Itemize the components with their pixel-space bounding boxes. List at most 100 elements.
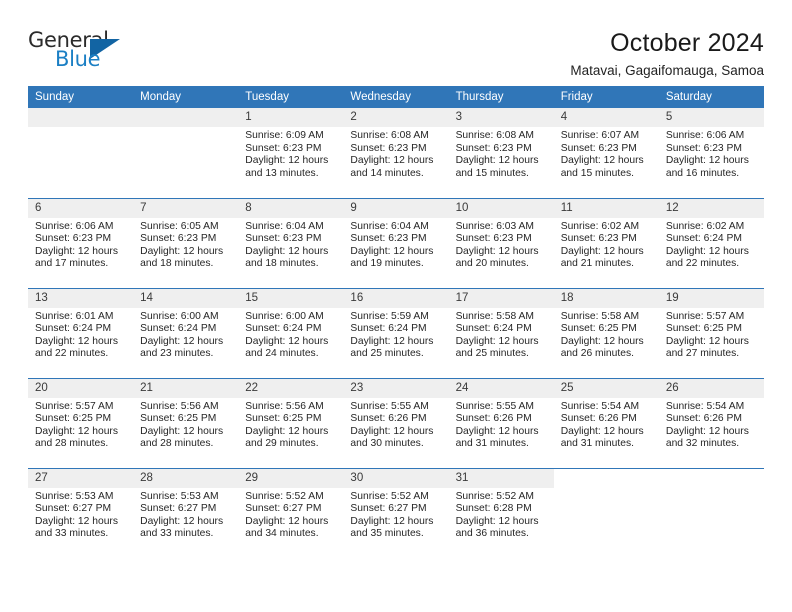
day-cell[interactable]: 29 Sunrise: 5:52 AM Sunset: 6:27 PM Dayligh…	[238, 467, 344, 558]
day-number: 29	[238, 468, 344, 488]
day-daylight-2-text: and 15 minutes.	[455, 167, 529, 179]
calendar-week-row: 20 Sunrise: 5:57 AM Sunset: 6:25 PM Dayligh…	[28, 377, 764, 468]
day-cell[interactable]: 3 Sunrise: 6:08 AM Sunset: 6:23 PM Daylight…	[448, 108, 554, 198]
day-cell[interactable]: 26 Sunrise: 5:54 AM Sunset: 6:26 PM Dayligh…	[658, 377, 764, 468]
day-cell[interactable]: 18 Sunrise: 5:58 AM Sunset: 6:25 PM Dayligh…	[553, 287, 659, 378]
day-cell[interactable]: 8 Sunrise: 6:04 AM Sunset: 6:23 PM Daylight…	[238, 197, 344, 288]
day-daylight-1-text: Daylight: 12 hours	[560, 335, 644, 347]
day-sunrise-text: Sunrise: 6:02 AM	[560, 220, 640, 232]
day-cell[interactable]: 9 Sunrise: 6:04 AM Sunset: 6:23 PM Daylight…	[343, 197, 449, 288]
day-sunset-text: Sunset: 6:25 PM	[245, 413, 322, 425]
day-number: 22	[238, 378, 344, 398]
day-sunrise-text: Sunrise: 5:52 AM	[455, 490, 534, 502]
day-sun-info: Sunrise: 5:59 AM Sunset: 6:24 PM Daylight:…	[343, 308, 448, 361]
day-sunrise-text: Sunrise: 5:56 AM	[140, 400, 219, 412]
day-cell[interactable]: 1 Sunrise: 6:09 AM Sunset: 6:23 PM Daylight…	[238, 108, 344, 198]
day-daylight-1-text: Daylight: 12 hours	[455, 245, 539, 257]
weekday-header-thursday: Thursday	[448, 86, 554, 108]
day-daylight-1-text: Daylight: 12 hours	[350, 515, 434, 527]
day-cell[interactable]: 21 Sunrise: 5:56 AM Sunset: 6:25 PM Dayligh…	[133, 377, 239, 468]
day-sunset-text: Sunset: 6:23 PM	[140, 233, 217, 245]
day-sunset-text: Sunset: 6:25 PM	[140, 413, 217, 425]
day-cell[interactable]: 23 Sunrise: 5:55 AM Sunset: 6:26 PM Dayligh…	[343, 377, 449, 468]
day-cell[interactable]: 31 Sunrise: 5:52 AM Sunset: 6:28 PM Dayligh…	[448, 467, 554, 558]
day-cell[interactable]: 16 Sunrise: 5:59 AM Sunset: 6:24 PM Dayligh…	[343, 287, 449, 378]
day-sunset-text: Sunset: 6:23 PM	[245, 233, 322, 245]
day-daylight-2-text: and 22 minutes.	[35, 348, 109, 360]
day-daylight-1-text: Daylight: 12 hours	[350, 425, 434, 437]
day-daylight-2-text: and 15 minutes.	[560, 167, 634, 179]
day-sunset-text: Sunset: 6:23 PM	[350, 233, 427, 245]
calendar-week-row: 13 Sunrise: 6:01 AM Sunset: 6:24 PM Dayligh…	[28, 287, 764, 378]
day-cell[interactable]: 24 Sunrise: 5:55 AM Sunset: 6:26 PM Dayligh…	[448, 377, 554, 468]
day-sun-info: Sunrise: 6:05 AM Sunset: 6:23 PM Daylight:…	[133, 218, 238, 271]
day-sunset-text: Sunset: 6:24 PM	[665, 233, 742, 245]
day-daylight-2-text: and 28 minutes.	[140, 438, 214, 450]
day-sunrise-text: Sunrise: 5:59 AM	[350, 310, 429, 322]
day-sun-info: Sunrise: 6:02 AM Sunset: 6:23 PM Daylight:…	[554, 218, 659, 271]
day-number: 17	[448, 288, 554, 308]
day-cell[interactable]: 7 Sunrise: 6:05 AM Sunset: 6:23 PM Daylight…	[133, 197, 239, 288]
day-daylight-2-text: and 31 minutes.	[560, 438, 634, 450]
day-cell[interactable]: 17 Sunrise: 5:58 AM Sunset: 6:24 PM Dayligh…	[448, 287, 554, 378]
day-sunset-text: Sunset: 6:23 PM	[665, 142, 742, 154]
day-sun-info: Sunrise: 6:09 AM Sunset: 6:23 PM Daylight:…	[238, 127, 343, 180]
day-sun-info: Sunrise: 5:55 AM Sunset: 6:26 PM Daylight:…	[449, 398, 554, 451]
day-sun-info	[659, 488, 764, 491]
day-number: 7	[133, 198, 239, 218]
day-sunset-text: Sunset: 6:27 PM	[350, 503, 427, 515]
day-sun-info: Sunrise: 5:58 AM Sunset: 6:25 PM Daylight:…	[554, 308, 659, 361]
day-cell[interactable]: 2 Sunrise: 6:08 AM Sunset: 6:23 PM Daylight…	[343, 108, 449, 198]
day-daylight-1-text: Daylight: 12 hours	[140, 515, 224, 527]
day-sun-info: Sunrise: 5:57 AM Sunset: 6:25 PM Daylight:…	[28, 398, 133, 451]
day-number: 21	[133, 378, 239, 398]
day-cell[interactable]: 30 Sunrise: 5:52 AM Sunset: 6:27 PM Dayligh…	[343, 467, 449, 558]
day-sunrise-text: Sunrise: 6:04 AM	[350, 220, 429, 232]
day-daylight-1-text: Daylight: 12 hours	[560, 425, 644, 437]
day-number: 25	[553, 378, 659, 398]
day-sunrise-text: Sunrise: 6:06 AM	[35, 220, 114, 232]
day-cell[interactable]: 12 Sunrise: 6:02 AM Sunset: 6:24 PM Dayligh…	[658, 197, 764, 288]
day-daylight-2-text: and 16 minutes.	[665, 167, 740, 179]
day-number: 6	[28, 198, 134, 218]
day-daylight-1-text: Daylight: 12 hours	[245, 335, 329, 347]
day-sunrise-text: Sunrise: 5:54 AM	[665, 400, 745, 412]
day-sun-info: Sunrise: 6:04 AM Sunset: 6:23 PM Daylight:…	[238, 218, 343, 271]
day-cell[interactable]: 11 Sunrise: 6:02 AM Sunset: 6:23 PM Dayligh…	[553, 197, 659, 288]
day-number: 8	[238, 198, 344, 218]
calendar-week-row: 27 Sunrise: 5:53 AM Sunset: 6:27 PM Dayligh…	[28, 467, 764, 558]
day-daylight-1-text: Daylight: 12 hours	[665, 155, 749, 167]
day-sunrise-text: Sunrise: 6:03 AM	[455, 220, 534, 232]
calendar-week-row: 1 Sunrise: 6:09 AM Sunset: 6:23 PM Daylight…	[28, 108, 764, 198]
day-sunset-text: Sunset: 6:23 PM	[245, 142, 322, 154]
day-cell[interactable]: 27 Sunrise: 5:53 AM Sunset: 6:27 PM Dayligh…	[28, 467, 134, 558]
day-cell-empty	[28, 108, 134, 198]
day-daylight-1-text: Daylight: 12 hours	[455, 155, 539, 167]
general-blue-logo[interactable]: General Blue	[28, 28, 143, 74]
day-cell[interactable]: 4 Sunrise: 6:07 AM Sunset: 6:23 PM Daylight…	[553, 108, 659, 198]
day-sun-info: Sunrise: 5:56 AM Sunset: 6:25 PM Daylight:…	[133, 398, 238, 451]
day-cell[interactable]: 15 Sunrise: 6:00 AM Sunset: 6:24 PM Dayligh…	[238, 287, 344, 378]
day-cell[interactable]: 13 Sunrise: 6:01 AM Sunset: 6:24 PM Dayligh…	[28, 287, 134, 378]
day-cell[interactable]: 14 Sunrise: 6:00 AM Sunset: 6:24 PM Dayligh…	[133, 287, 239, 378]
day-sunset-text: Sunset: 6:26 PM	[560, 413, 637, 425]
day-cell[interactable]: 6 Sunrise: 6:06 AM Sunset: 6:23 PM Daylight…	[28, 197, 134, 288]
day-daylight-1-text: Daylight: 12 hours	[350, 335, 434, 347]
day-cell[interactable]: 19 Sunrise: 5:57 AM Sunset: 6:25 PM Dayligh…	[658, 287, 764, 378]
day-sunset-text: Sunset: 6:26 PM	[665, 413, 742, 425]
day-daylight-1-text: Daylight: 12 hours	[350, 245, 434, 257]
day-number: 13	[28, 288, 134, 308]
day-cell[interactable]: 22 Sunrise: 5:56 AM Sunset: 6:25 PM Dayligh…	[238, 377, 344, 468]
day-cell[interactable]: 28 Sunrise: 5:53 AM Sunset: 6:27 PM Dayligh…	[133, 467, 239, 558]
day-cell[interactable]: 20 Sunrise: 5:57 AM Sunset: 6:25 PM Dayligh…	[28, 377, 134, 468]
day-sunset-text: Sunset: 6:25 PM	[35, 413, 112, 425]
day-daylight-1-text: Daylight: 12 hours	[560, 155, 644, 167]
day-sunset-text: Sunset: 6:26 PM	[350, 413, 427, 425]
day-sun-info: Sunrise: 5:56 AM Sunset: 6:25 PM Daylight:…	[238, 398, 343, 451]
calendar-grid: Sunday Monday Tuesday Wednesday Thursday…	[28, 86, 764, 558]
day-cell[interactable]: 5 Sunrise: 6:06 AM Sunset: 6:23 PM Daylight…	[658, 108, 764, 198]
day-sunrise-text: Sunrise: 5:56 AM	[245, 400, 324, 412]
day-cell-empty	[133, 108, 239, 198]
day-cell[interactable]: 10 Sunrise: 6:03 AM Sunset: 6:23 PM Dayligh…	[448, 197, 554, 288]
day-cell[interactable]: 25 Sunrise: 5:54 AM Sunset: 6:26 PM Dayligh…	[553, 377, 659, 468]
